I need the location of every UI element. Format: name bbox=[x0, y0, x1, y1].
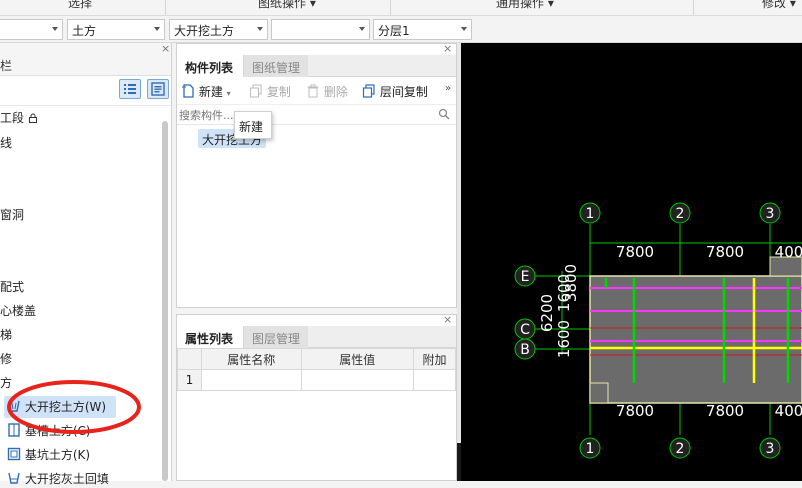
axis-label-e: E bbox=[521, 269, 530, 285]
chevron-down-icon: ▾ bbox=[226, 89, 231, 98]
floor-select[interactable] bbox=[0, 19, 63, 40]
ribbon-separator bbox=[693, 0, 694, 15]
dim-left-2: 1600 bbox=[555, 320, 573, 358]
component-search-input[interactable] bbox=[179, 107, 429, 123]
layer-select[interactable]: 分层1 bbox=[373, 19, 472, 40]
property-table-header: 属性名称 属性值 附加 bbox=[177, 348, 456, 370]
ribbon: 选择 图纸操作 ▾ 通用操作 ▾ 修改 ▾ bbox=[0, 0, 802, 16]
chevron-down-icon bbox=[257, 27, 263, 31]
excavation-slab[interactable] bbox=[589, 275, 802, 404]
axis-label-bottom-3: 3 bbox=[766, 441, 775, 457]
delete-button[interactable]: 删除 bbox=[306, 83, 348, 101]
component-panel-tabs: 构件列表 图纸管理 bbox=[177, 55, 456, 77]
axis-label-top-2: 2 bbox=[676, 206, 685, 222]
axis-label-b: B bbox=[520, 342, 530, 358]
chevron-down-icon bbox=[52, 27, 58, 31]
new-button-tooltip: 新建 bbox=[234, 111, 272, 139]
component-select[interactable] bbox=[271, 19, 370, 40]
trash-icon bbox=[306, 84, 320, 101]
excavation-corner[interactable] bbox=[589, 382, 609, 404]
delete-button-label: 删除 bbox=[323, 85, 348, 99]
axis-label-bottom-2: 2 bbox=[676, 441, 685, 457]
property-table: 属性名称 属性值 附加 1 bbox=[177, 348, 456, 391]
drawing-canvas[interactable]: 1 2 3 1 2 3 E C B 7800 7800 400 7800 780… bbox=[461, 43, 802, 481]
property-value-cell[interactable] bbox=[300, 369, 415, 391]
close-icon[interactable]: × bbox=[443, 313, 452, 326]
ribbon-group-modify[interactable]: 修改 ▾ bbox=[762, 0, 796, 11]
copy-button-label: 复制 bbox=[266, 85, 291, 99]
column-header-name: 属性名称 bbox=[200, 348, 302, 370]
axis-label-top-3: 3 bbox=[766, 206, 775, 222]
component-type-select[interactable]: 大开挖土方 bbox=[169, 19, 268, 40]
new-button[interactable]: 新建 ▾ bbox=[181, 83, 231, 101]
dim-left-1: 6200 bbox=[538, 294, 556, 332]
ribbon-group-common-ops[interactable]: 通用操作 ▾ bbox=[496, 0, 554, 11]
axis-label-top-1: 1 bbox=[586, 206, 595, 222]
chevron-down-icon bbox=[359, 27, 365, 31]
category-select-value: 土方 bbox=[72, 24, 97, 38]
property-name-cell[interactable] bbox=[200, 369, 302, 391]
navigation-panel: × 栏 工段 线 窗洞 配式 心楼盖 梯 修 方 大开挖土方(W) 基槽土方(C… bbox=[0, 42, 172, 486]
axis-label-c: C bbox=[520, 322, 530, 338]
property-panel: × 属性列表 图层管理 属性名称 属性值 附加 1 bbox=[176, 313, 457, 481]
column-header-value: 属性值 bbox=[300, 348, 415, 370]
axis-label-bottom-1: 1 bbox=[586, 441, 595, 457]
column-header-index bbox=[177, 348, 202, 370]
ribbon-group-drawing-ops[interactable]: 图纸操作 ▾ bbox=[258, 0, 316, 11]
floor-copy-icon bbox=[362, 84, 376, 101]
dim-left-4: 3800 bbox=[562, 264, 580, 302]
category-select[interactable]: 土方 bbox=[67, 19, 165, 40]
floor-copy-button[interactable]: 层间复制 bbox=[362, 83, 428, 101]
layer-select-value: 分层1 bbox=[378, 24, 410, 38]
component-search bbox=[177, 105, 456, 125]
dim-bottom-2: 7800 bbox=[706, 402, 744, 420]
column-header-extra: 附加 bbox=[413, 348, 456, 370]
cad-drawing: 1 2 3 1 2 3 E C B 7800 7800 400 7800 780… bbox=[514, 202, 802, 459]
copy-button[interactable]: 复制 bbox=[249, 83, 291, 101]
ribbon-group-select[interactable]: 选择 bbox=[68, 0, 92, 11]
component-list-panel: × 构件列表 图纸管理 新建 ▾ 复制 删除 层间复制 » 搜索构件... bbox=[176, 42, 457, 308]
copy-icon bbox=[249, 84, 263, 101]
chevron-down-icon bbox=[461, 27, 467, 31]
annotation-circle bbox=[7, 380, 141, 434]
selector-toolbar: 土方 大开挖土方 分层1 bbox=[0, 16, 802, 43]
ribbon-separator bbox=[165, 0, 166, 15]
property-extra-cell[interactable] bbox=[413, 369, 456, 391]
search-icon[interactable] bbox=[438, 108, 450, 123]
table-row[interactable]: 1 bbox=[177, 369, 456, 391]
dim-bottom-3: 400 bbox=[775, 402, 802, 420]
row-index: 1 bbox=[177, 369, 202, 391]
component-toolbar: 新建 ▾ 复制 删除 层间复制 » bbox=[177, 79, 456, 105]
dim-top-3: 400 bbox=[775, 243, 802, 261]
tab-property-list[interactable]: 属性列表 bbox=[177, 326, 244, 348]
dim-bottom-1: 7800 bbox=[616, 402, 654, 420]
more-tools-button[interactable]: » bbox=[445, 83, 451, 94]
tab-component-list[interactable]: 构件列表 bbox=[177, 55, 244, 77]
dim-top-2: 7800 bbox=[706, 243, 744, 261]
new-file-icon bbox=[181, 84, 195, 101]
close-icon[interactable]: × bbox=[443, 42, 452, 55]
component-type-select-value: 大开挖土方 bbox=[174, 24, 235, 38]
dim-top-1: 7800 bbox=[616, 243, 654, 261]
ribbon-separator bbox=[390, 0, 391, 15]
tab-drawing-management[interactable]: 图纸管理 bbox=[244, 55, 308, 77]
floor-copy-button-label: 层间复制 bbox=[379, 85, 428, 99]
property-panel-tabs: 属性列表 图层管理 bbox=[177, 326, 456, 348]
chevron-down-icon bbox=[154, 27, 160, 31]
tab-layer-management[interactable]: 图层管理 bbox=[244, 326, 308, 348]
new-button-label: 新建 bbox=[198, 85, 223, 99]
